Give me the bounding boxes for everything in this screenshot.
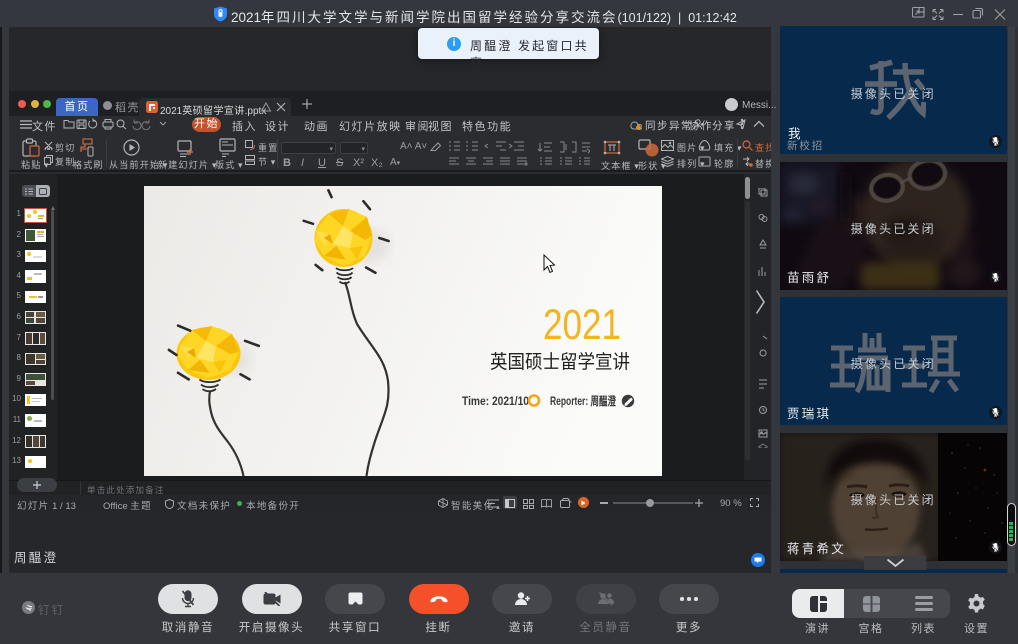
svg-text:Reporter: 周醖澄: Reporter: 周醖澄 <box>550 394 616 408</box>
svg-text:英国硕士留学宣讲: 英国硕士留学宣讲 <box>490 351 630 373</box>
svg-text:Time: 2021/10: Time: 2021/10 <box>462 396 529 408</box>
svg-text:2021: 2021 <box>543 301 621 349</box>
